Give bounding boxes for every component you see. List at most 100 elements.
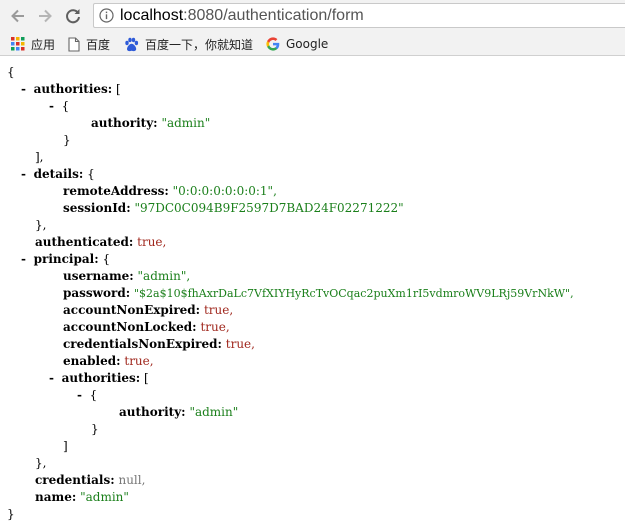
- json-key-remote-address: remoteAddress:: [63, 184, 169, 198]
- json-value-authority: "admin": [161, 116, 211, 130]
- collapse-toggle-authorities[interactable]: -: [21, 82, 26, 96]
- json-value-account-non-expired: true,: [203, 303, 234, 317]
- json-account-non-locked-line: accountNonLocked: true,: [63, 319, 230, 336]
- json-principal-line: - principal: {: [21, 251, 110, 268]
- reload-button[interactable]: [61, 4, 85, 28]
- forward-button[interactable]: [33, 4, 57, 28]
- json-key-account-non-locked: accountNonLocked:: [63, 320, 197, 334]
- collapse-toggle-details[interactable]: -: [21, 167, 26, 181]
- collapse-toggle-principal-authorities[interactable]: -: [49, 371, 54, 385]
- json-credentials-line: credentials: null,: [35, 472, 145, 489]
- bookmark-baidu-search[interactable]: 百度一下，你就知道: [124, 34, 253, 54]
- json-value-principal-authority: "admin": [189, 405, 239, 419]
- json-root-open: {: [7, 64, 15, 81]
- json-remote-address-line: remoteAddress: "0:0:0:0:0:0:0:1",: [63, 183, 277, 200]
- brace: }: [7, 507, 15, 521]
- json-principal-authority-item-open: - {: [77, 387, 97, 404]
- bracket: [: [116, 82, 121, 96]
- brace: {: [102, 252, 111, 266]
- back-button[interactable]: [6, 4, 30, 28]
- json-authenticated-line: authenticated: true,: [35, 234, 166, 251]
- collapse-toggle-authority-item[interactable]: -: [49, 99, 54, 113]
- json-key-principal-authority: authority:: [119, 405, 186, 419]
- json-authorities-line: - authorities: [: [21, 81, 121, 98]
- bookmark-baidu-search-label: 百度一下，你就知道: [145, 37, 254, 52]
- bracket: ]: [63, 439, 68, 453]
- brace: {: [87, 167, 95, 181]
- reload-icon: [64, 7, 82, 25]
- url-host: localhost: [120, 7, 184, 24]
- json-key-details: details:: [33, 167, 84, 181]
- json-key-authorities: authorities:: [33, 82, 113, 96]
- json-username-line: username: "admin",: [63, 268, 190, 285]
- brace: }: [91, 422, 99, 436]
- info-icon[interactable]: [99, 8, 114, 27]
- json-value-credentials-non-expired: true,: [225, 337, 255, 351]
- bookmark-baidu-page[interactable]: 百度: [68, 34, 110, 54]
- json-principal-authority-item-close: }: [91, 421, 99, 438]
- brace: {: [89, 388, 98, 402]
- json-password-line: password: "$2a$10$fhAxrDaLc7VfXIYHyRcTvO…: [63, 285, 574, 302]
- baidu-paw-icon: [124, 37, 139, 52]
- bookmark-apps[interactable]: 应用: [11, 34, 55, 54]
- json-key-username: username:: [63, 269, 134, 283]
- json-value-password: "$2a$10$fhAxrDaLc7VfXIYHyRcTvOCqac2puXm1…: [133, 287, 574, 300]
- json-authority-line: authority: "admin": [91, 115, 210, 132]
- bookmark-google-label: Google: [286, 37, 329, 51]
- json-value-remote-address: "0:0:0:0:0:0:0:1",: [172, 184, 277, 198]
- json-key-credentials: credentials:: [35, 473, 115, 487]
- json-credentials-non-expired-line: credentialsNonExpired: true,: [63, 336, 255, 353]
- json-authorities-item-close: }: [63, 132, 71, 149]
- json-value-name: "admin": [80, 490, 129, 504]
- bookmark-baidu-label: 百度: [86, 37, 111, 52]
- brace: {: [61, 99, 70, 113]
- bookmarks-bar: 应用 百度 百度一下，你就知道 Google: [0, 32, 625, 56]
- url-path: :8080/authentication/form: [183, 7, 364, 24]
- json-details-line: - details: {: [21, 166, 95, 183]
- json-principal-authorities-close: ]: [63, 438, 68, 455]
- bookmark-apps-label: 应用: [31, 37, 56, 52]
- google-g-icon: [266, 37, 280, 51]
- brace: },: [35, 218, 47, 232]
- json-key-principal: principal:: [33, 252, 99, 266]
- collapse-toggle-principal[interactable]: -: [21, 252, 26, 266]
- json-principal-authorities-line: - authorities: [: [49, 370, 149, 387]
- json-key-session-id: sessionId:: [63, 201, 131, 215]
- json-viewer: { - authorities: [ - { authority: "admin…: [0, 56, 625, 523]
- back-arrow-icon: [9, 7, 27, 25]
- json-principal-authority-line: authority: "admin": [119, 404, 238, 421]
- bracket: [: [144, 371, 149, 385]
- json-account-non-expired-line: accountNonExpired: true,: [63, 302, 233, 319]
- json-value-credentials: null,: [118, 473, 146, 487]
- json-authorities-close: ],: [35, 149, 44, 166]
- browser-toolbar: localhost:8080/authentication/form: [0, 0, 625, 32]
- json-principal-close: },: [35, 455, 46, 472]
- brace: }: [63, 133, 71, 147]
- page-icon: [68, 36, 80, 52]
- json-details-close: },: [35, 217, 46, 234]
- json-key-enabled: enabled:: [63, 354, 121, 368]
- apps-grid-icon: [11, 37, 25, 51]
- json-key-authority: authority:: [91, 116, 158, 130]
- bracket: ],: [35, 150, 44, 164]
- json-root-close: }: [7, 506, 15, 523]
- json-key-authenticated: authenticated:: [35, 235, 134, 249]
- json-value-account-non-locked: true,: [200, 320, 230, 334]
- json-name-line: name: "admin": [35, 489, 129, 506]
- collapse-toggle-principal-authority-item[interactable]: -: [77, 388, 82, 402]
- json-key-name: name:: [35, 490, 77, 504]
- json-value-enabled: true,: [124, 354, 154, 368]
- url-text: localhost:8080/authentication/form: [120, 4, 364, 27]
- brace: {: [7, 65, 15, 79]
- json-value-session-id: "97DC0C094B9F2597D7BAD24F02271222": [134, 201, 404, 215]
- json-authorities-item-open: - {: [49, 98, 69, 115]
- bookmark-google[interactable]: Google: [266, 34, 328, 54]
- json-key-credentials-non-expired: credentialsNonExpired:: [63, 337, 222, 351]
- json-key-password: password:: [63, 286, 131, 300]
- json-value-username: "admin",: [137, 269, 191, 283]
- json-key-account-non-expired: accountNonExpired:: [63, 303, 201, 317]
- json-enabled-line: enabled: true,: [63, 353, 154, 370]
- address-bar[interactable]: localhost:8080/authentication/form: [93, 3, 625, 28]
- json-value-authenticated: true,: [137, 235, 167, 249]
- forward-arrow-icon: [36, 7, 54, 25]
